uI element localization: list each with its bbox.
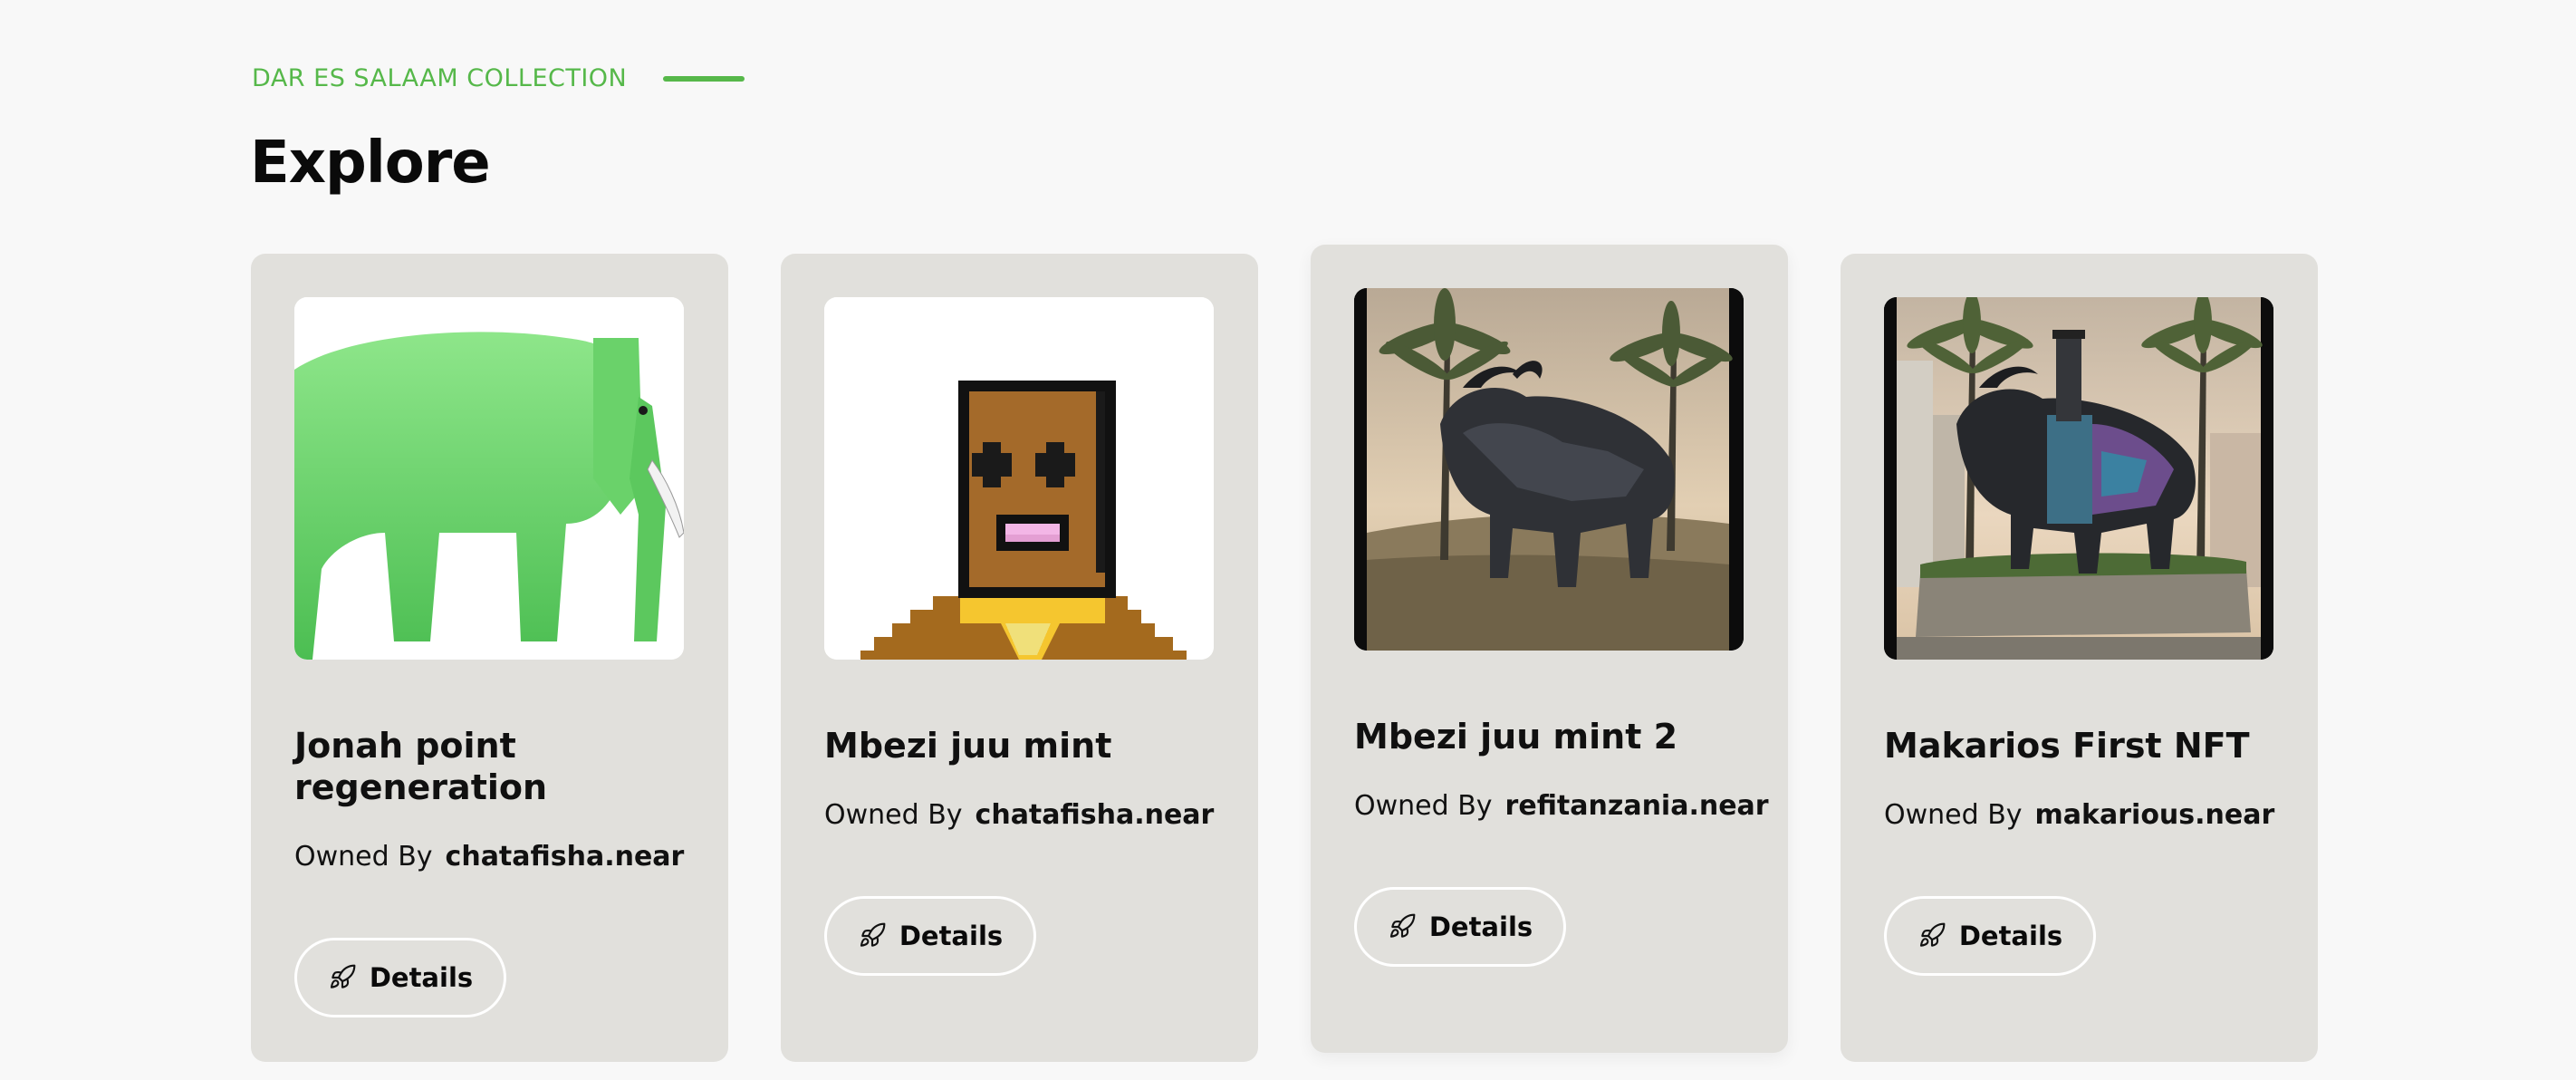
- nft-image[interactable]: [294, 297, 684, 660]
- collection-eyebrow: DAR ES SALAAM COLLECTION: [252, 63, 745, 94]
- explore-page: DAR ES SALAAM COLLECTION Explore Jonah p…: [0, 0, 2576, 1080]
- details-button[interactable]: Details: [1884, 896, 2096, 976]
- details-button[interactable]: Details: [294, 938, 506, 1017]
- rocket-icon: [860, 922, 886, 947]
- details-button[interactable]: Details: [824, 896, 1036, 976]
- eyebrow-divider: [663, 76, 745, 82]
- page-title: Explore: [250, 130, 491, 197]
- rocket-icon: [1919, 922, 1946, 947]
- nft-card[interactable]: Jonah point regeneration Owned By chatafi…: [251, 254, 728, 1062]
- nft-card[interactable]: Makarios First NFT Owned By makarious.nea…: [1841, 254, 2318, 1062]
- nft-image[interactable]: [1884, 297, 2273, 660]
- owned-by-label: Owned By: [294, 841, 433, 873]
- details-button-label: Details: [899, 921, 1004, 951]
- details-button-label: Details: [1958, 921, 2063, 951]
- owned-by-label: Owned By: [824, 799, 963, 831]
- owner-line: Owned By chatafisha.near: [294, 841, 684, 873]
- nft-image[interactable]: [824, 297, 1214, 660]
- owner-line: Owned By chatafisha.near: [824, 799, 1214, 831]
- nft-card[interactable]: Mbezi juu mint 2 Owned By refitanzania.ne…: [1311, 245, 1788, 1053]
- owned-by-label: Owned By: [1354, 790, 1493, 822]
- nft-image[interactable]: [1354, 288, 1744, 651]
- owner-name[interactable]: chatafisha.near: [446, 841, 685, 873]
- owner-name[interactable]: makarious.near: [2035, 799, 2275, 831]
- nft-title: Mbezi juu mint: [824, 726, 1112, 766]
- nft-title: Jonah point regeneration: [294, 726, 548, 807]
- owner-name[interactable]: refitanzania.near: [1505, 790, 1769, 822]
- rocket-icon: [1389, 913, 1416, 938]
- owner-name[interactable]: chatafisha.near: [976, 799, 1215, 831]
- owner-line: Owned By refitanzania.near: [1354, 790, 1769, 822]
- rocket-icon: [330, 964, 356, 988]
- collection-name: DAR ES SALAAM COLLECTION: [252, 64, 628, 92]
- details-button[interactable]: Details: [1354, 887, 1566, 967]
- owned-by-label: Owned By: [1884, 799, 2023, 831]
- owner-line: Owned By makarious.near: [1884, 799, 2274, 831]
- details-button-label: Details: [369, 962, 474, 993]
- details-button-label: Details: [1428, 911, 1533, 942]
- nft-title: Mbezi juu mint 2: [1354, 717, 1678, 757]
- nft-card[interactable]: Mbezi juu mint Owned By chatafisha.near D…: [781, 254, 1258, 1062]
- nft-title: Makarios First NFT: [1884, 726, 2250, 766]
